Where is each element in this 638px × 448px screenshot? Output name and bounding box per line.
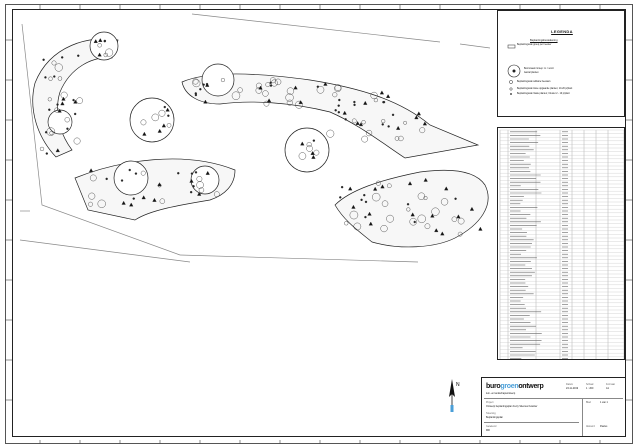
shrub-symbol xyxy=(88,168,94,173)
sheet-label: Blad xyxy=(586,401,591,404)
checked-value: Paulus xyxy=(600,425,608,428)
perennial-symbol xyxy=(134,172,138,175)
perennial-symbol xyxy=(202,83,205,86)
plant-group-symbol xyxy=(60,91,68,99)
perennial-symbol xyxy=(66,127,69,130)
format-value: A1 xyxy=(606,387,609,390)
shrub-symbol xyxy=(348,186,353,191)
perennial-symbol xyxy=(269,84,273,87)
checked-label: Akkoord xyxy=(586,425,595,428)
perennial-symbol xyxy=(48,108,51,111)
plant-group-symbol xyxy=(361,135,369,143)
legend-row: Beplantingsvak Vaste planten; Cluster 2 … xyxy=(517,93,570,95)
perennial-symbol xyxy=(391,113,395,117)
perennial-symbol xyxy=(363,193,366,197)
plant-group-symbol xyxy=(39,146,45,152)
sheet-value: 1 van 1 xyxy=(600,401,608,404)
legend-row: Boomnaam Groep: nr. / soort xyxy=(524,68,554,70)
perennial-symbol xyxy=(454,197,457,200)
perennial-symbol xyxy=(194,171,198,174)
perennial-symbol xyxy=(334,109,337,112)
logo-subtitle: tuin- en landschapsontwerp xyxy=(486,392,516,395)
drawn-value: MR xyxy=(486,429,490,432)
divider xyxy=(484,422,579,423)
scale-value: 1 : 200 xyxy=(586,387,594,390)
perennial-symbol xyxy=(77,54,80,57)
planting-bed-east xyxy=(334,169,489,248)
perennial-symbol xyxy=(132,197,135,200)
drawing-label: Tekening xyxy=(486,412,496,415)
perennial-symbol xyxy=(382,100,386,104)
divider xyxy=(484,398,623,399)
project-label: Project xyxy=(486,401,494,404)
perennial-symbol xyxy=(44,76,47,79)
shrub-symbol xyxy=(416,111,421,116)
plant-table-grid xyxy=(499,129,624,359)
perennial-symbol xyxy=(194,92,197,95)
perennial-symbol xyxy=(337,104,340,107)
perennial-symbol xyxy=(364,200,368,204)
north-arrow-icon: N xyxy=(449,379,460,412)
perennial-symbol xyxy=(45,152,49,155)
north-label: N xyxy=(456,382,460,388)
perennial-symbol xyxy=(177,172,180,175)
perennial-symbol xyxy=(360,198,363,202)
perennial-symbol xyxy=(167,114,170,117)
perennial-symbol xyxy=(73,112,77,116)
plant-group-symbol xyxy=(326,129,335,138)
project-name: Ontwerp beplantingsplan Ferry Stientes K… xyxy=(486,405,538,408)
plant-list-table xyxy=(497,127,625,360)
divider xyxy=(582,398,583,436)
perennial-symbol xyxy=(381,123,384,126)
perennial-symbol xyxy=(190,172,194,175)
plant-group-symbol xyxy=(344,221,349,226)
perennial-symbol xyxy=(72,98,75,102)
perennial-symbol xyxy=(338,98,341,102)
perennial-symbol xyxy=(199,88,202,91)
perennial-symbol xyxy=(413,220,416,224)
perennial-symbol xyxy=(339,196,342,199)
perennial-symbol xyxy=(120,179,124,182)
legend-row: Beplantingsvak groep per heester xyxy=(517,44,552,46)
date-value: 23-11-2019 xyxy=(566,387,579,390)
title-block: burogroenontwerp tuin- en landschapsontw… xyxy=(481,377,626,437)
legend-row: Beplantingsvak losse opgaande planten; 1… xyxy=(517,88,573,90)
perennial-symbol xyxy=(192,185,195,188)
perennial-symbol xyxy=(128,168,131,172)
perennial-symbol xyxy=(344,118,347,121)
legend-row: Beplantingsvak solitaire heesters xyxy=(517,81,551,83)
scale-label: Schaal xyxy=(586,383,594,386)
legend-box: LEGENDA Beplantingsbestekening Beplantin… xyxy=(497,10,625,117)
legend-row: Aantal planten xyxy=(524,72,539,74)
shrub-symbol xyxy=(60,101,65,106)
perennial-symbol xyxy=(53,75,56,78)
drawing-sheet: LEGENDA Beplantingsbestekening Beplantin… xyxy=(0,0,638,448)
perennial-symbol xyxy=(337,111,341,114)
perennial-symbol xyxy=(353,103,356,107)
drawing-name: Beplantingsplan xyxy=(486,416,504,419)
perennial-symbol xyxy=(56,103,59,106)
shrub-symbol xyxy=(385,94,391,98)
plant-group-symbol xyxy=(76,97,83,104)
format-label: Formaat xyxy=(606,383,615,386)
shrub-symbol xyxy=(478,226,483,231)
perennial-symbol xyxy=(406,203,410,206)
perennial-symbol xyxy=(105,177,108,181)
plant-group-symbol xyxy=(73,137,81,145)
date-label: Datum xyxy=(566,383,574,386)
perennial-symbol xyxy=(364,215,367,219)
legend-symbols xyxy=(507,44,521,95)
shrub-symbol xyxy=(379,90,385,95)
perennial-symbol xyxy=(163,105,166,109)
perennial-symbol xyxy=(60,56,64,59)
drawn-label: Getekend xyxy=(486,425,497,428)
perennial-symbol xyxy=(340,185,344,189)
perennial-symbol xyxy=(103,39,106,43)
perennial-symbol xyxy=(353,100,356,104)
company-logo: burogroenontwerp xyxy=(486,383,544,390)
perennial-symbol xyxy=(387,125,390,128)
perennial-symbol xyxy=(189,190,193,194)
perennial-symbol xyxy=(312,139,316,142)
perennial-symbol xyxy=(42,58,45,61)
